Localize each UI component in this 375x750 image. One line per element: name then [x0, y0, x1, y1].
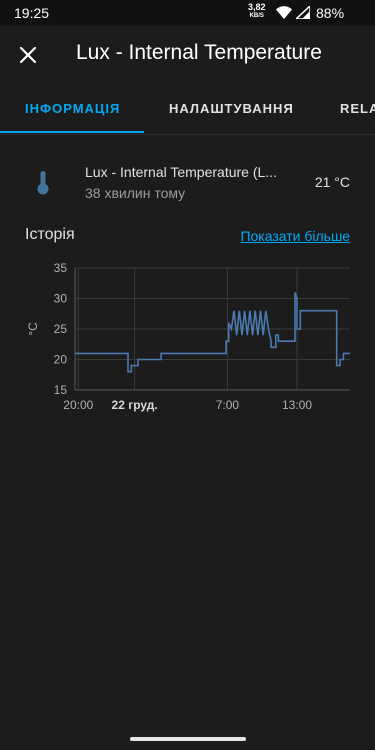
- history-title: Історія: [25, 226, 75, 243]
- entity-row[interactable]: Lux - Internal Temperature (L... 38 хвил…: [0, 155, 375, 209]
- network-speed-value: 3,82: [248, 2, 266, 12]
- y-tick-label: 35: [54, 261, 68, 275]
- wifi-icon: [276, 6, 292, 19]
- page-title: Lux - Internal Temperature: [76, 41, 322, 64]
- status-time: 19:25: [14, 5, 50, 21]
- active-tab-indicator: [0, 131, 144, 133]
- entity-state: 21 °C: [314, 174, 350, 190]
- history-chart-svg: 35 30 25 20 1520:00 22 груд. 7:00 13:00 °C: [26, 261, 350, 412]
- y-tick-label: 25: [54, 322, 68, 336]
- signal-icon: [296, 6, 310, 19]
- thermometer-icon: [37, 171, 49, 195]
- y-tick-label: 15: [54, 383, 68, 397]
- tab-bar: ІНФОРМАЦІЯ НАЛАШТУВАННЯ RELA: [0, 84, 375, 135]
- y-tick-label: 30: [54, 292, 68, 306]
- app-bar: Lux - Internal Temperature: [0, 26, 375, 84]
- close-icon[interactable]: [18, 45, 38, 65]
- show-more-link[interactable]: Показати більше: [240, 228, 350, 244]
- x-tick-label: 13:00: [282, 398, 312, 412]
- x-tick-label: 22 груд.: [112, 398, 158, 412]
- network-speed: 3,82 KB/S: [248, 3, 266, 21]
- tab-related[interactable]: RELA: [340, 101, 375, 116]
- entity-last-changed: 38 хвилин тому: [85, 185, 186, 201]
- y-tick-label: 20: [54, 353, 68, 367]
- y-axis-label: °C: [26, 322, 40, 336]
- x-tick-label: 20:00: [63, 398, 93, 412]
- tab-info[interactable]: ІНФОРМАЦІЯ: [25, 101, 120, 116]
- network-speed-unit: KB/S: [249, 13, 264, 19]
- status-bar: 19:25 3,82 KB/S 88%: [0, 0, 375, 26]
- entity-name: Lux - Internal Temperature (L...: [85, 164, 277, 180]
- battery-level: 88%: [316, 5, 345, 21]
- gesture-nav-handle[interactable]: [130, 737, 246, 741]
- x-tick-label: 7:00: [216, 398, 240, 412]
- tab-settings[interactable]: НАЛАШТУВАННЯ: [169, 101, 294, 116]
- history-chart[interactable]: 35 30 25 20 15 20:00 22 груд. 7:00 13:00 °C: [25, 255, 355, 425]
